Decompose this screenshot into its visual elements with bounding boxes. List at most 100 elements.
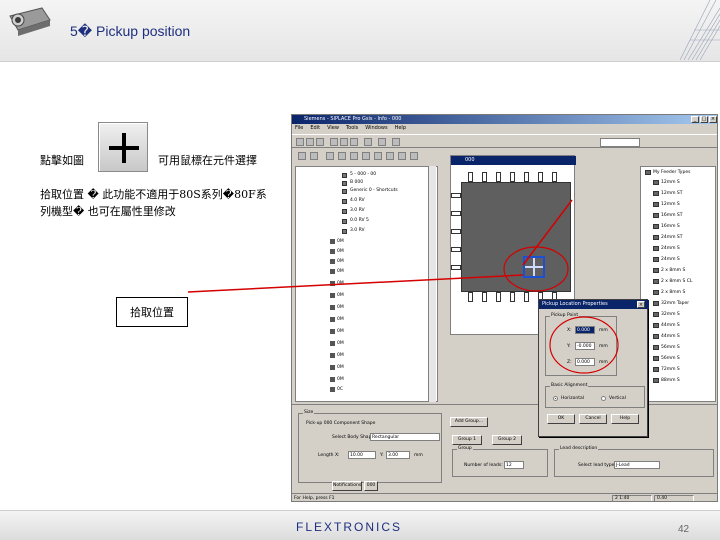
tree-scrollbar[interactable] xyxy=(428,166,436,402)
align-vertical-radio[interactable] xyxy=(601,396,606,401)
side-item[interactable]: 0M xyxy=(330,281,344,286)
tree-tool-10-icon[interactable] xyxy=(410,152,418,160)
new-icon[interactable] xyxy=(296,138,304,146)
side-item[interactable]: 0M xyxy=(330,269,344,274)
tab-notifications[interactable]: Notifications xyxy=(332,481,362,491)
maximize-button[interactable]: □ xyxy=(700,116,708,123)
feeder-item[interactable]: 56mm S xyxy=(653,356,680,361)
z-field[interactable]: 0.000 xyxy=(575,358,595,366)
align-vertical-label: Vertical xyxy=(609,396,626,401)
feeder-item[interactable]: 72mm S xyxy=(653,367,680,372)
side-item[interactable]: 0M xyxy=(330,365,344,370)
feeder-item[interactable]: 24mm ST xyxy=(653,235,683,240)
help-button[interactable]: Help xyxy=(611,414,639,424)
feeder-item[interactable]: 16mm S xyxy=(653,224,680,229)
help-icon[interactable] xyxy=(392,138,400,146)
tree-item[interactable]: 5 - 000 - 00 xyxy=(342,171,376,179)
menu-view[interactable]: View xyxy=(327,124,339,133)
side-item[interactable]: 0M xyxy=(330,353,344,358)
feeder-item[interactable]: 2 x 8mm S xyxy=(653,290,685,295)
undo-icon[interactable] xyxy=(364,138,372,146)
decorative-lines xyxy=(660,0,720,61)
y-field[interactable]: -0.000 xyxy=(575,342,595,350)
pickup-point-marker[interactable] xyxy=(523,256,545,278)
feeder-item[interactable]: 12mm S xyxy=(653,180,680,185)
tree-tool-2-icon[interactable] xyxy=(310,152,318,160)
pickup-shape-checkbox-label[interactable]: Pick-up 000 Component Shape xyxy=(306,421,375,426)
paste-icon[interactable] xyxy=(350,138,358,146)
add-pickup-button[interactable] xyxy=(98,122,148,172)
cancel-button[interactable]: Cancel xyxy=(579,414,607,424)
tree-tool-6-icon[interactable] xyxy=(362,152,370,160)
tab-group-2[interactable]: Group 2 xyxy=(492,435,522,445)
component-body[interactable] xyxy=(451,172,571,302)
side-item[interactable]: 0M xyxy=(330,293,344,298)
ok-button[interactable]: OK xyxy=(547,414,575,424)
tree-item[interactable]: 0.0 RV 5 xyxy=(342,217,369,225)
lead-count-field[interactable]: 12 xyxy=(504,461,524,469)
menu-help[interactable]: Help xyxy=(395,124,406,133)
feeder-item[interactable]: 32mm S xyxy=(653,312,680,317)
tab-group-1[interactable]: Group 1 xyxy=(452,435,482,445)
side-item[interactable]: 0M xyxy=(330,341,344,346)
side-item[interactable]: 0M xyxy=(330,317,344,322)
print-icon[interactable] xyxy=(378,138,386,146)
feeder-item[interactable]: 44mm S xyxy=(653,323,680,328)
length-field[interactable]: 10.00 xyxy=(348,451,376,459)
tree-item[interactable]: Generic 0 - Shortcuts xyxy=(342,187,398,195)
side-item[interactable]: 0M xyxy=(330,329,344,334)
properties-panel: Size Pick-up 000 Component Shape Select … xyxy=(292,404,717,492)
tree-tool-5-icon[interactable] xyxy=(350,152,358,160)
view-select[interactable] xyxy=(600,138,640,147)
pickup-callout: 拾取位置 xyxy=(116,297,188,327)
add-group-button[interactable]: Add Group... xyxy=(450,417,488,427)
tab-000[interactable]: 000 xyxy=(364,481,378,491)
feeder-item[interactable]: 32mm Taper xyxy=(653,301,689,306)
tree-item[interactable]: B 000 xyxy=(342,179,363,187)
tree-tool-3-icon[interactable] xyxy=(326,152,334,160)
side-item[interactable]: 0M xyxy=(330,305,344,310)
menu-file[interactable]: File xyxy=(295,124,303,133)
copy-icon[interactable] xyxy=(340,138,348,146)
save-icon[interactable] xyxy=(316,138,324,146)
feeder-item[interactable]: 12mm S xyxy=(653,202,680,207)
side-item[interactable]: 0M xyxy=(330,249,344,254)
tree-tool-7-icon[interactable] xyxy=(374,152,382,160)
open-icon[interactable] xyxy=(306,138,314,146)
side-item[interactable]: 0M xyxy=(330,259,344,264)
width-field[interactable]: 3.00 xyxy=(386,451,410,459)
menu-tools[interactable]: Tools xyxy=(346,124,358,133)
feeder-types-panel: My Feeder Types 12mm S 12mm ST 12mm S 16… xyxy=(640,166,716,402)
side-item[interactable]: 0M xyxy=(330,377,344,382)
feeder-item[interactable]: 2 x 8mm S xyxy=(653,268,685,273)
align-horizontal-radio[interactable] xyxy=(553,396,558,401)
menu-windows[interactable]: Windows xyxy=(365,124,387,133)
feeder-item[interactable]: 44mm S xyxy=(653,334,680,339)
dialog-close-icon[interactable]: × xyxy=(637,301,645,308)
feeder-item[interactable]: 56mm S xyxy=(653,345,680,350)
body-shape-select[interactable]: Rectangular xyxy=(370,433,440,441)
feeder-item[interactable]: 24mm S xyxy=(653,257,680,262)
x-field[interactable]: 0.000 xyxy=(575,326,595,334)
tree-tool-8-icon[interactable] xyxy=(386,152,394,160)
tree-item[interactable]: 3.0 RV xyxy=(342,207,365,215)
dialog-title: Pickup Location Properties xyxy=(539,300,649,309)
feeder-item[interactable]: 24mm S xyxy=(653,246,680,251)
feeder-item[interactable]: 2 x 8mm S CL xyxy=(653,279,692,284)
tree-item[interactable]: 4.0 RV xyxy=(342,197,365,205)
feeder-item[interactable]: 16mm ST xyxy=(653,213,683,218)
feeder-item[interactable]: 88mm S xyxy=(653,378,680,383)
tree-tool-4-icon[interactable] xyxy=(338,152,346,160)
menu-edit[interactable]: Edit xyxy=(310,124,320,133)
tree-tool-1-icon[interactable] xyxy=(298,152,306,160)
x-label: X: xyxy=(567,328,572,333)
lead-type-select[interactable]: J-Lead xyxy=(614,461,660,469)
side-item[interactable]: 0C xyxy=(330,387,343,392)
tree-tool-9-icon[interactable] xyxy=(398,152,406,160)
side-item[interactable]: 0M xyxy=(330,239,344,244)
minimize-button[interactable]: _ xyxy=(691,116,699,123)
tree-item[interactable]: 3.0 RV xyxy=(342,227,365,235)
close-button[interactable]: × xyxy=(709,116,717,123)
feeder-item[interactable]: 12mm ST xyxy=(653,191,683,196)
cut-icon[interactable] xyxy=(330,138,338,146)
